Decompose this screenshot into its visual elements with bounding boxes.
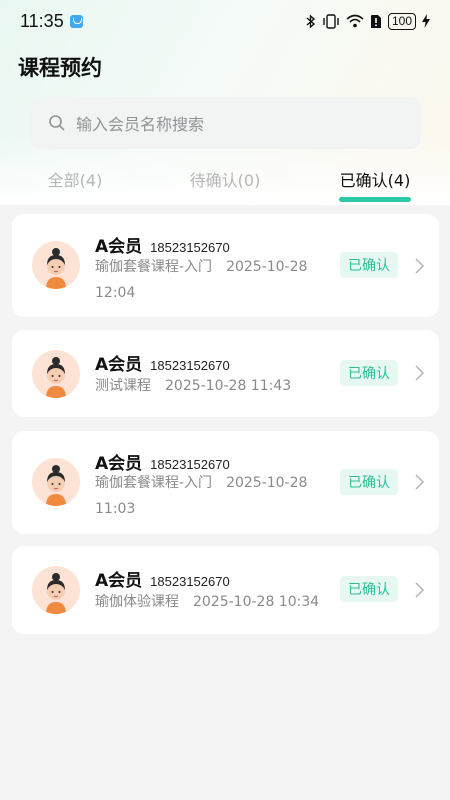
booking-card[interactable]: A会员 18523152670 瑜伽体验课程 2025-10-28 10:34 已确…	[12, 546, 439, 634]
booking-datetime: 2025-10-28 10:34	[193, 594, 320, 610]
tab-label: 待确认(0)	[189, 171, 261, 190]
charging-icon	[422, 14, 430, 28]
avatar-icon	[32, 458, 80, 506]
member-name: A会员 18523152670	[95, 355, 230, 375]
course-name: 瑜伽体验课程	[95, 594, 179, 610]
chevron-right-icon	[415, 258, 425, 274]
vibrate-icon	[323, 13, 339, 29]
member-phone: 18523152670	[150, 240, 230, 255]
avatar-icon	[32, 566, 80, 614]
tab-label: 已确认(4)	[339, 171, 411, 190]
tab-pending[interactable]: 待确认(0)	[150, 160, 300, 206]
active-tab-indicator	[339, 197, 411, 202]
booking-card[interactable]: A会员 18523152670 瑜伽套餐课程-入门 2025-10-28 12:04…	[12, 214, 439, 317]
course-name: 瑜伽套餐课程-入门	[95, 475, 213, 491]
member-phone: 18523152670	[150, 358, 230, 373]
booking-card[interactable]: A会员 18523152670 测试课程 2025-10-28 11:43 已确认	[12, 330, 439, 417]
tab-label: 全部(4)	[47, 171, 103, 190]
member-phone: 18523152670	[150, 574, 230, 589]
status-badge: 已确认	[340, 252, 398, 278]
status-badge: 已确认	[340, 360, 398, 386]
status-bar: 11:35 100	[0, 0, 450, 42]
course-name: 测试课程	[95, 378, 151, 394]
booking-datetime: 2025-10-28 11:43	[165, 378, 292, 394]
wifi-icon	[346, 14, 364, 28]
page-title: 课程预约	[18, 56, 102, 80]
status-icons: 100	[306, 12, 430, 30]
tab-confirmed[interactable]: 已确认(4)	[300, 160, 450, 206]
booking-detail: 瑜伽套餐课程-入门 2025-10-28 11:03	[95, 470, 325, 522]
status-badge: 已确认	[340, 576, 398, 602]
avatar-icon	[32, 241, 80, 289]
search-input[interactable]: 输入会员名称搜索	[76, 111, 204, 135]
search-icon	[49, 115, 65, 131]
chevron-right-icon	[415, 474, 425, 490]
booking-detail: 瑜伽体验课程 2025-10-28 10:34	[95, 589, 335, 615]
sim-alert-icon	[370, 14, 381, 28]
status-tabs: 全部(4) 待确认(0) 已确认(4)	[0, 160, 450, 206]
chevron-right-icon	[415, 582, 425, 598]
booking-card[interactable]: A会员 18523152670 瑜伽套餐课程-入门 2025-10-28 11:03…	[12, 431, 439, 534]
status-badge: 已确认	[340, 469, 398, 495]
member-name: A会员 18523152670	[95, 571, 230, 591]
course-name: 瑜伽套餐课程-入门	[95, 259, 213, 275]
bluetooth-icon	[306, 13, 316, 29]
message-notification-icon	[69, 14, 83, 28]
booking-detail: 测试课程 2025-10-28 11:43	[95, 373, 335, 399]
tab-all[interactable]: 全部(4)	[0, 160, 150, 206]
chevron-right-icon	[415, 365, 425, 381]
battery-indicator: 100	[387, 12, 416, 30]
booking-detail: 瑜伽套餐课程-入门 2025-10-28 12:04	[95, 254, 325, 306]
avatar-icon	[32, 350, 80, 398]
status-time: 11:35	[20, 10, 64, 31]
search-bar[interactable]: 输入会员名称搜索	[30, 97, 421, 149]
